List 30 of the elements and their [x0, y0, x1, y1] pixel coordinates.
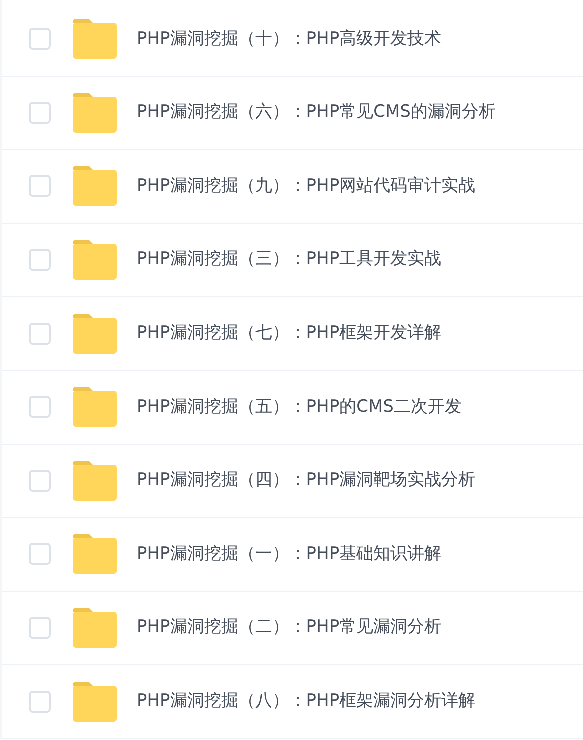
- folder-name[interactable]: PHP漏洞挖掘（九）：PHP网站代码审计实战: [137, 174, 476, 200]
- folder-icon: [73, 387, 117, 428]
- folder-name[interactable]: PHP漏洞挖掘（六）：PHP常见CMS的漏洞分析: [137, 100, 496, 126]
- folder-name[interactable]: PHP漏洞挖掘（八）：PHP框架漏洞分析详解: [137, 688, 476, 714]
- checkbox[interactable]: [29, 249, 51, 272]
- checkbox[interactable]: [29, 175, 51, 198]
- folder-icon: [73, 240, 117, 280]
- folder-icon: [73, 608, 117, 648]
- folder-icon: [73, 460, 117, 501]
- folder-name[interactable]: PHP漏洞挖掘（一）：PHP基础知识讲解: [137, 542, 442, 568]
- folder-name[interactable]: PHP漏洞挖掘（四）：PHP漏洞靶场实战分析: [137, 468, 476, 494]
- checkbox[interactable]: [29, 102, 51, 124]
- folder-name[interactable]: PHP漏洞挖掘（七）：PHP框架开发详解: [137, 320, 442, 346]
- folder-icon: [73, 19, 117, 60]
- folder-name[interactable]: PHP漏洞挖掘（十）：PHP高级开发技术: [137, 26, 442, 52]
- folder-name[interactable]: PHP漏洞挖掘（五）：PHP的CMS二次开发: [137, 394, 462, 420]
- checkbox[interactable]: [29, 396, 51, 418]
- folder-name[interactable]: PHP漏洞挖掘（二）：PHP常见漏洞分析: [137, 615, 442, 641]
- checkbox[interactable]: [29, 470, 51, 492]
- folder-name[interactable]: PHP漏洞挖掘（三）：PHP工具开发实战: [137, 247, 442, 273]
- folder-icon: [73, 314, 117, 354]
- checkbox[interactable]: [29, 543, 51, 566]
- checkbox[interactable]: [29, 617, 51, 640]
- checkbox[interactable]: [29, 28, 51, 50]
- folder-icon: [73, 682, 117, 722]
- checkbox[interactable]: [29, 690, 51, 713]
- checkbox[interactable]: [29, 322, 51, 345]
- folder-icon: [73, 92, 117, 133]
- folder-icon: [73, 166, 117, 206]
- folder-icon: [73, 534, 117, 574]
